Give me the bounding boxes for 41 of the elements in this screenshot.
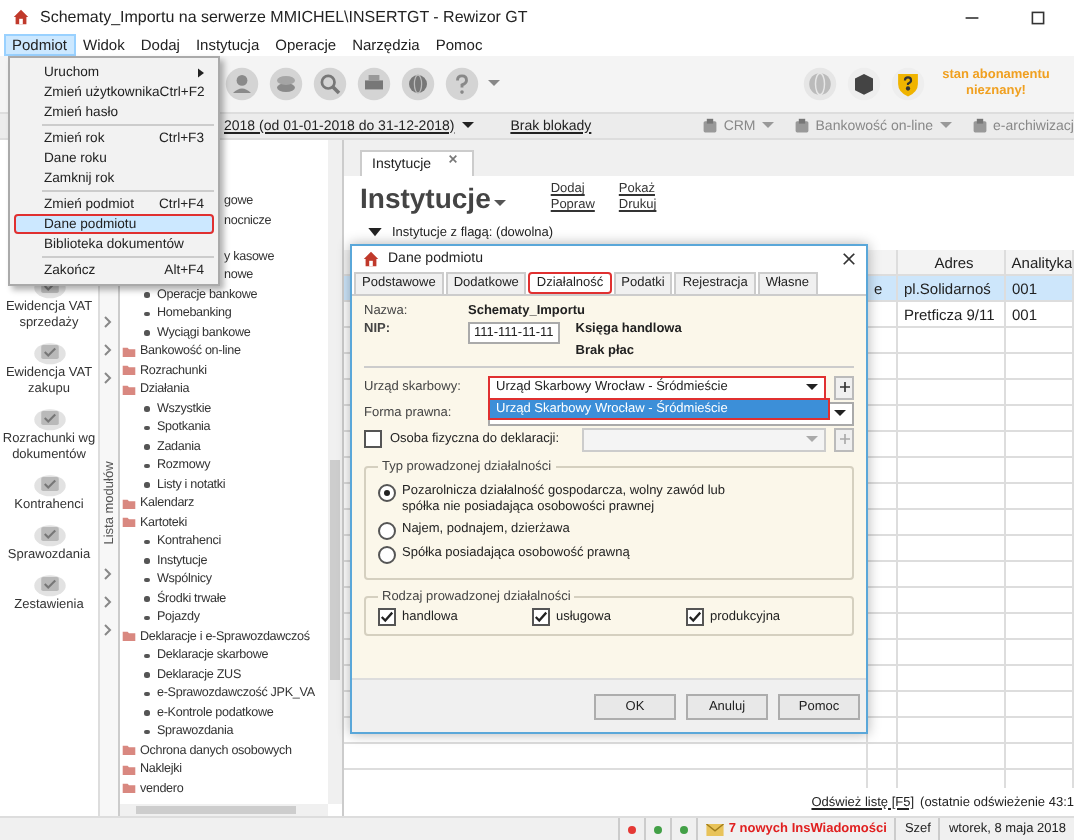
caret-icon[interactable] [462, 122, 475, 130]
checkbox[interactable] [532, 608, 550, 626]
help-icon[interactable] [444, 66, 480, 102]
caret-icon[interactable] [806, 383, 818, 391]
checkbox[interactable] [364, 430, 382, 448]
printer-icon[interactable] [356, 66, 392, 102]
folder-icon [122, 630, 136, 643]
page-heading[interactable]: Instytucje [360, 182, 491, 214]
add-button[interactable] [834, 375, 854, 399]
chevron-icon[interactable] [104, 316, 112, 328]
scrollbar[interactable] [328, 140, 342, 804]
chevron-icon[interactable] [104, 596, 112, 608]
shield-icon[interactable] [890, 66, 926, 102]
person-icon[interactable] [224, 66, 260, 102]
checkbox[interactable] [686, 608, 704, 626]
radio-button[interactable] [378, 522, 396, 540]
caret-icon[interactable] [494, 200, 507, 208]
caret-icon[interactable] [834, 409, 846, 417]
funnel-icon[interactable] [368, 227, 382, 237]
checkbox[interactable] [378, 608, 396, 626]
briefcase-icon[interactable] [701, 118, 718, 134]
radio-button[interactable] [378, 484, 396, 502]
close-icon[interactable] [842, 251, 856, 265]
briefcase-icon[interactable] [793, 118, 810, 134]
plus-icon [839, 434, 849, 444]
envelope-icon[interactable] [706, 823, 725, 835]
chevron-icon[interactable] [104, 568, 112, 580]
coins-icon[interactable] [268, 66, 304, 102]
chevron-icon[interactable] [104, 372, 112, 384]
briefcase-icon[interactable] [971, 118, 988, 134]
scrollbar[interactable] [120, 804, 328, 816]
app-icon [12, 8, 30, 26]
plus-icon [839, 382, 849, 392]
cube-icon[interactable] [846, 66, 882, 102]
window-title: Schematy_Importu na serwerze MMICHEL\INSERTGT - Rewizor GT [40, 8, 528, 26]
chevron-icon[interactable] [104, 624, 112, 636]
chevron-icon[interactable] [104, 344, 112, 356]
magnifier-icon[interactable] [312, 66, 348, 102]
globe-icon[interactable] [400, 66, 436, 102]
radio-button[interactable] [378, 546, 396, 564]
maximize-icon[interactable] [1030, 9, 1046, 25]
